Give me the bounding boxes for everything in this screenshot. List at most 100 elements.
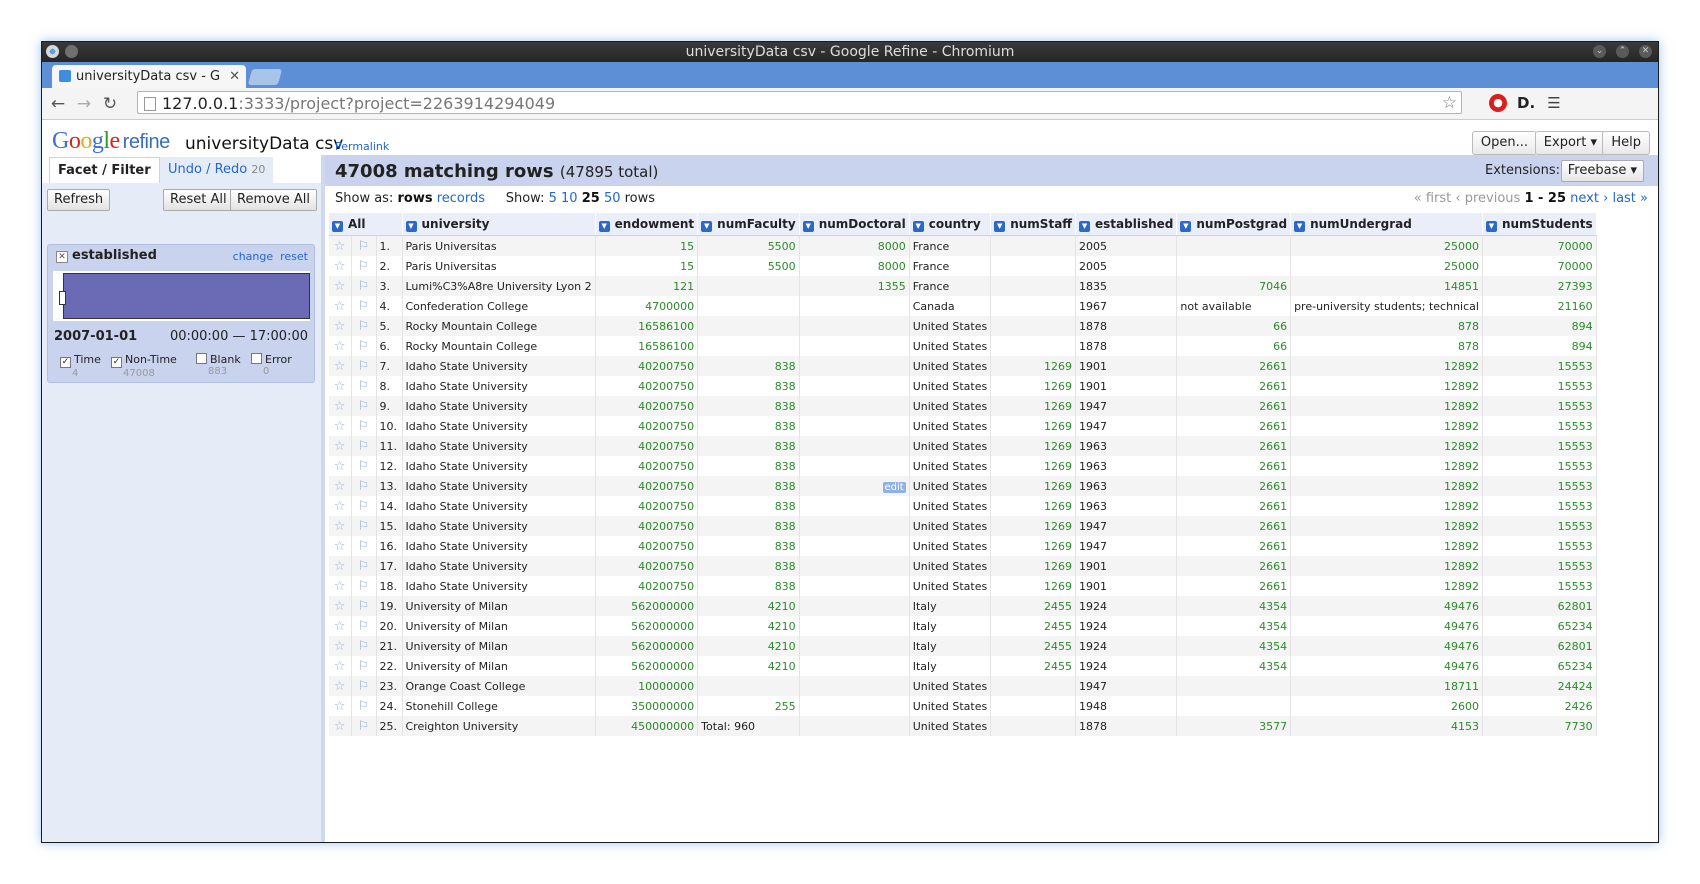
table-cell[interactable]: Italy xyxy=(909,656,992,676)
first-page-link[interactable]: « first xyxy=(1414,191,1452,206)
column-header-numPostgrad[interactable]: ▼ numPostgrad xyxy=(1176,213,1292,236)
star-row-icon[interactable]: ☆ xyxy=(329,296,352,316)
browser-tab[interactable]: universityData csv - G ✕ xyxy=(52,65,246,88)
table-cell[interactable]: 2455 xyxy=(990,596,1077,616)
table-cell[interactable]: United States xyxy=(909,376,992,396)
table-cell[interactable]: 838 xyxy=(697,396,800,416)
flag-row-icon[interactable]: ⚐ xyxy=(351,496,377,516)
table-cell[interactable]: 15553 xyxy=(1482,456,1597,476)
table-cell[interactable]: 2661 xyxy=(1176,496,1292,516)
table-cell[interactable]: 24424 xyxy=(1482,676,1597,696)
table-cell[interactable] xyxy=(1176,256,1292,276)
table-cell[interactable]: United States xyxy=(909,476,992,496)
table-cell[interactable]: United States xyxy=(909,456,992,476)
column-header-university[interactable]: ▼ university xyxy=(402,213,596,236)
table-cell[interactable]: 4354 xyxy=(1176,656,1292,676)
table-row[interactable]: ☆ ⚐ 21. University of Milan 562000000 4210 Ita… xyxy=(329,636,1597,656)
table-cell[interactable]: 7046 xyxy=(1176,276,1292,296)
table-cell[interactable] xyxy=(799,716,910,736)
table-cell[interactable]: United States xyxy=(909,516,992,536)
table-cell[interactable]: 121 xyxy=(595,276,699,296)
column-menu-icon[interactable]: ▼ xyxy=(1180,220,1192,232)
table-cell[interactable] xyxy=(990,336,1077,356)
table-cell[interactable]: 15 xyxy=(595,256,699,276)
table-row[interactable]: ☆ ⚐ 20. University of Milan 562000000 4210 Ita… xyxy=(329,616,1597,636)
remove-all-button[interactable]: Remove All xyxy=(230,189,318,211)
table-cell[interactable]: 12892 xyxy=(1290,416,1483,436)
table-cell[interactable]: 12892 xyxy=(1290,456,1483,476)
chrome-menu-icon[interactable]: ☰ xyxy=(1545,94,1563,112)
table-cell[interactable]: 1947 xyxy=(1075,676,1178,696)
table-cell[interactable]: 1963 xyxy=(1075,476,1178,496)
table-cell[interactable]: 62801 xyxy=(1482,596,1597,616)
table-cell[interactable]: 1947 xyxy=(1075,396,1178,416)
table-cell[interactable] xyxy=(799,536,910,556)
star-row-icon[interactable]: ☆ xyxy=(329,636,352,656)
table-cell[interactable]: 838 xyxy=(697,556,800,576)
tab-facet-filter[interactable]: Facet / Filter xyxy=(49,157,160,184)
table-cell[interactable]: Idaho State University xyxy=(402,456,596,476)
non-time-checkbox[interactable]: ✓ Non-Time 47008 xyxy=(111,353,177,379)
table-cell[interactable]: Idaho State University xyxy=(402,496,596,516)
table-cell[interactable]: 49476 xyxy=(1290,596,1483,616)
table-cell[interactable]: 16586100 xyxy=(595,336,699,356)
table-cell[interactable]: 4210 xyxy=(697,656,800,676)
star-row-icon[interactable]: ☆ xyxy=(329,235,352,256)
range-handle[interactable] xyxy=(59,291,66,305)
tab-undo-redo[interactable]: Undo / Redo 20 xyxy=(160,157,274,183)
table-cell[interactable]: 18711 xyxy=(1290,676,1483,696)
table-cell[interactable]: Rocky Mountain College xyxy=(402,336,596,356)
table-cell[interactable]: 14851 xyxy=(1290,276,1483,296)
open-button[interactable]: Open... xyxy=(1471,131,1537,155)
table-cell[interactable]: 1878 xyxy=(1075,316,1178,336)
table-cell[interactable]: 838 xyxy=(697,516,800,536)
table-cell[interactable]: 1269 xyxy=(990,376,1077,396)
page-size-25[interactable]: 25 xyxy=(582,191,600,206)
table-cell[interactable]: Italy xyxy=(909,636,992,656)
table-row[interactable]: ☆ ⚐ 17. Idaho State University 40200750 838 Un… xyxy=(329,556,1597,576)
table-cell[interactable]: 2661 xyxy=(1176,436,1292,456)
remove-facet-icon[interactable]: ✕ xyxy=(56,251,68,263)
table-cell[interactable]: Idaho State University xyxy=(402,416,596,436)
minimize-icon[interactable]: ⌄ xyxy=(1593,45,1606,58)
table-cell[interactable]: 12892 xyxy=(1290,356,1483,376)
table-cell[interactable]: 838 xyxy=(697,356,800,376)
table-cell[interactable] xyxy=(1176,235,1292,256)
table-cell[interactable]: 1269 xyxy=(990,396,1077,416)
table-cell[interactable]: 255 xyxy=(697,696,800,716)
table-row[interactable]: ☆ ⚐ 10. Idaho State University 40200750 838 Un… xyxy=(329,416,1597,436)
edit-cell-button[interactable]: edit xyxy=(882,481,906,493)
table-cell[interactable]: 12892 xyxy=(1290,436,1483,456)
table-row[interactable]: ☆ ⚐ 15. Idaho State University 40200750 838 Un… xyxy=(329,516,1597,536)
table-cell[interactable]: Idaho State University xyxy=(402,516,596,536)
table-cell[interactable]: University of Milan xyxy=(402,656,596,676)
table-row[interactable]: ☆ ⚐ 6. Rocky Mountain College 16586100 United… xyxy=(329,336,1597,356)
table-cell[interactable]: Stonehill College xyxy=(402,696,596,716)
table-cell[interactable]: 878 xyxy=(1290,316,1483,336)
star-row-icon[interactable]: ☆ xyxy=(329,696,352,716)
table-cell[interactable] xyxy=(799,676,910,696)
table-row[interactable]: ☆ ⚐ 19. University of Milan 562000000 4210 Ita… xyxy=(329,596,1597,616)
table-cell[interactable]: United States xyxy=(909,436,992,456)
last-page-link[interactable]: last » xyxy=(1612,191,1648,206)
table-cell[interactable]: Rocky Mountain College xyxy=(402,316,596,336)
table-cell[interactable]: 70000 xyxy=(1482,256,1597,276)
table-cell[interactable] xyxy=(799,456,910,476)
table-cell[interactable]: 62801 xyxy=(1482,636,1597,656)
table-cell[interactable]: 1269 xyxy=(990,356,1077,376)
star-row-icon[interactable]: ☆ xyxy=(329,576,352,596)
table-cell[interactable]: 1924 xyxy=(1075,636,1178,656)
flag-row-icon[interactable]: ⚐ xyxy=(351,476,377,496)
star-row-icon[interactable]: ☆ xyxy=(329,456,352,476)
table-cell[interactable] xyxy=(799,296,910,316)
table-cell[interactable]: 27393 xyxy=(1482,276,1597,296)
export-button[interactable]: Export ▾ xyxy=(1534,131,1606,155)
rows-mode[interactable]: rows xyxy=(397,191,432,206)
table-cell[interactable] xyxy=(1176,676,1292,696)
flag-row-icon[interactable]: ⚐ xyxy=(351,256,377,276)
flag-row-icon[interactable]: ⚐ xyxy=(351,656,377,676)
refresh-button[interactable]: Refresh xyxy=(47,189,111,211)
table-cell[interactable]: 838 xyxy=(697,456,800,476)
star-row-icon[interactable]: ☆ xyxy=(329,276,352,296)
time-checkbox[interactable]: ✓ Time 4 xyxy=(60,353,101,379)
